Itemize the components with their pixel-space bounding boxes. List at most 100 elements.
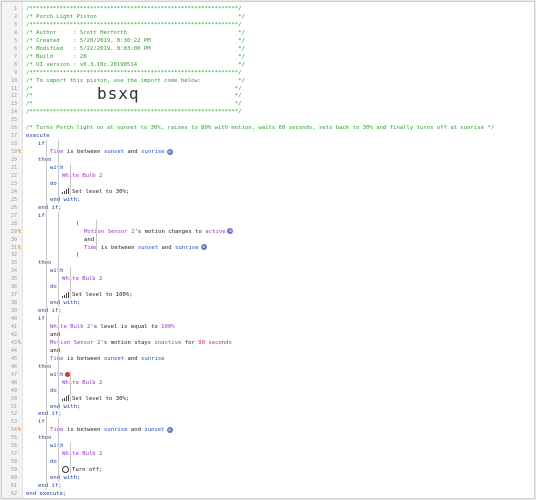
code-line: 45 Time is between sunset and sunrise [2,355,534,363]
code-token[interactable]: sunrise [104,427,128,433]
line-number: 54 [10,427,17,434]
code-token: then [38,157,52,164]
code-line: 49 do [2,387,534,395]
code-text: White Bulb 2 [62,275,102,283]
scope-guide [70,442,71,475]
code-token[interactable]: sunrise [175,245,199,251]
line-number: 46 [10,363,17,370]
code-line: 15 [2,116,534,124]
code-text: with [50,164,63,172]
code-token[interactable]: White Bulb 2 [50,324,90,330]
code-line: 50 Set level to 30%; [2,395,534,403]
code-token: Set level to 100%; [72,292,133,299]
code-token: and [84,236,95,243]
code-token[interactable]: active [205,229,225,235]
code-line: 62 end execute; [2,490,534,498]
code-token[interactable]: inactive [154,340,181,346]
code-token: /* Modified : 5/22/2019, 8:03:00 PM */ [26,45,245,52]
code-text: Motion Sensor 2's motion changes to acti… [84,228,234,236]
code-line: 23 do [2,180,534,188]
line-number: 52 [10,411,17,418]
code-text: /* UI version : v0.3.10c.20190514 */ [26,61,245,69]
code-token[interactable]: Time [50,149,63,155]
code-token[interactable]: White Bulb 2 [62,276,102,282]
code-text: end if; [38,482,62,490]
code-text: with [50,371,71,379]
code-token[interactable]: sunset [104,356,124,362]
line-number: 51 [10,403,17,410]
code-text: /***************************************… [26,69,242,77]
line-number: 43 [10,339,17,346]
code-token[interactable]: sunrise [141,356,165,362]
code-line: 27 if [2,212,534,220]
code-token[interactable]: Motion Sensor 2 [84,229,135,235]
code-token[interactable]: White Bulb 2 [62,380,102,386]
import-code[interactable]: bsxq [97,84,140,103]
line-number: 2 [13,13,17,20]
code-text: White Bulb 2 [62,450,102,458]
scope-guide [46,140,47,490]
line-number: 20 [10,157,17,164]
code-line: 7 /* Build : 20 */ [2,53,534,61]
code-token[interactable]: 100% [161,324,174,330]
code-text: and [84,236,94,244]
code-line: 46 then [2,363,534,371]
code-text: White Bulb 2 [62,172,102,180]
piston-code-view: 1 /**************************************… [1,1,535,499]
code-token[interactable]: sunrise [141,149,165,155]
line-number: 10 [10,77,17,84]
code-token: /* Porch Light Piston */ [26,13,245,20]
code-text: Time is between sunset and sunrise ⚙ [84,244,207,252]
code-text: with [50,267,63,275]
code-line: 30 and [2,236,534,244]
condition-marker: % [18,427,22,434]
code-token[interactable]: Time [50,427,63,433]
line-number: 30 [10,236,17,243]
code-token: if [38,419,45,426]
code-token[interactable]: White Bulb 2 [62,173,102,179]
line-number: 7 [13,53,17,60]
options-icon[interactable]: ⚙ [166,148,173,155]
line-number: 11 [10,85,17,92]
code-token: is between [63,355,104,362]
code-token[interactable]: Time [50,356,63,362]
code-token: with [50,443,64,450]
code-token: do [50,284,57,291]
code-token: then [38,260,52,267]
code-line: 19% Time is between sunset and sunrise ⚙ [2,148,534,156]
condition-marker: % [18,339,22,346]
code-line: 42 and [2,331,534,339]
code-token: and [127,427,145,434]
code-text: then [38,363,51,371]
code-line: 18 if [2,140,534,148]
code-token[interactable]: sunset [104,149,124,155]
line-number: 45 [10,355,17,362]
code-token[interactable]: sunset [138,245,158,251]
scope-guide [58,211,59,308]
code-token[interactable]: sunset [144,427,164,433]
options-icon[interactable]: ⚙ [227,228,234,235]
code-token: /* Build : 20 */ [26,53,245,60]
line-number: 29 [10,228,17,235]
options-icon[interactable]: ⚙ [166,426,173,433]
line-number: 18 [10,141,17,148]
code-token: /* Author : Scott Herforth */ [26,29,245,36]
line-number: 41 [10,324,17,330]
scope-guide [58,418,59,482]
code-token[interactable]: White Bulb 2 [62,451,102,457]
code-line: 3 /**************************************… [2,21,534,29]
line-number: 8 [13,61,17,68]
code-line: 17 execute [2,132,534,140]
code-line: 13/* */ [2,100,534,108]
code-line: 58 do [2,458,534,466]
options-icon[interactable]: ⚙ [200,244,207,250]
line-number: 33 [10,260,17,267]
code-text: ( [76,220,79,228]
line-number: 1 [13,6,17,12]
code-text: ) [76,251,79,259]
code-token[interactable]: 90 seconds [198,340,232,346]
scope-guide [70,370,71,403]
line-number: 25 [10,196,17,203]
code-token: /* Turns Porch light on at sunset to 30%… [26,125,495,132]
code-line: 22 White Bulb 2 [2,172,534,180]
